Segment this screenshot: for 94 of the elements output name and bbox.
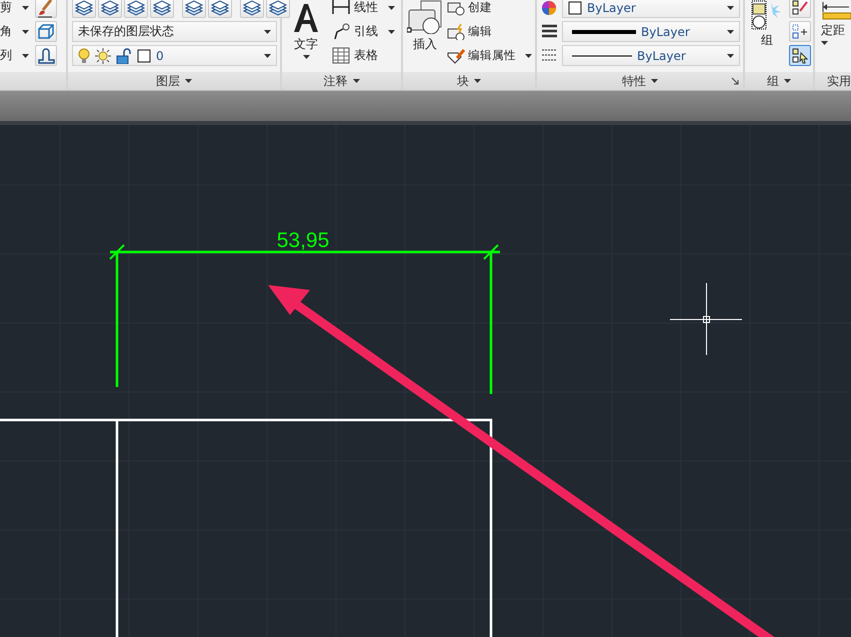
tool-button[interactable] [35,21,57,42]
bulb-icon [78,48,90,64]
layer-stack-icon [268,0,288,16]
panel-title[interactable]: 组 [767,72,779,90]
caret-icon [525,54,532,58]
property-value: ByLayer [637,48,686,62]
modify-tool-button[interactable]: 剪 [0,0,31,18]
caret-icon [651,79,658,83]
caret-icon [821,41,828,45]
layer-tool-button[interactable] [72,0,96,18]
caret-icon [784,79,791,83]
caret-icon [474,79,481,83]
caret-icon [22,30,29,34]
group-tool-button[interactable] [789,0,811,18]
layer-stack-icon [184,0,204,16]
layer-stack-icon [100,0,120,16]
block-edit-icon [447,24,465,40]
letter-a-icon [292,2,320,34]
layer-name: 0 [156,48,164,62]
group-tool-button[interactable] [789,45,811,66]
property-value: ByLayer [587,0,636,14]
tool-button[interactable] [35,45,57,66]
caret-icon [302,55,310,59]
caret-icon [727,54,734,58]
box-icon [36,22,56,42]
thick-line-icon [572,28,636,34]
layer-stack-icon [210,0,230,16]
thin-line-icon [572,54,632,58]
annotation-tool-button[interactable]: 表格 [330,44,380,66]
panel-title[interactable]: 实用 [827,72,851,90]
layer-stack-icon [152,0,172,16]
group-edit-icon [791,0,809,16]
block-tool-button[interactable]: 编辑 [445,20,494,42]
dialog-launcher-icon [731,77,739,85]
group-button[interactable]: 组 [749,0,785,72]
group-add-icon [791,22,809,40]
panel-title-bar [0,72,66,90]
table-icon [332,47,350,64]
caret-icon [352,79,360,83]
modify-tool-button[interactable]: 角 [0,20,31,42]
panel-title[interactable]: 块 [457,72,469,90]
stamp-icon [36,46,56,66]
layer-tool-button[interactable] [266,0,290,18]
layer-tool-button[interactable] [98,0,122,18]
caret-icon [22,6,29,10]
layer-tool-button[interactable] [150,0,174,18]
drawing-canvas[interactable]: 53,95 [0,125,851,637]
layer-tool-button[interactable] [208,0,232,18]
color-swatch-icon [568,0,582,14]
property-dropdown[interactable]: ByLayer [562,0,740,18]
layer-stack-icon [242,0,262,16]
block-tool-button[interactable]: 编辑属性 [445,44,534,66]
layer-state-dropdown[interactable]: 未保存的图层状态 [72,21,277,42]
modify-tool-button[interactable]: 列 [0,44,31,66]
layer-tool-button[interactable] [124,0,148,18]
group-select-icon [791,46,809,64]
property-dropdown[interactable]: ByLayer [562,45,740,66]
caret-icon [727,6,734,10]
linetype-icon [541,48,558,64]
caret-icon [727,30,734,34]
caret-icon [264,54,271,58]
property-value: ByLayer [641,24,690,38]
panel-title[interactable]: 注释 [324,72,348,90]
ruler-icon [821,0,851,20]
layer-stack-icon [74,0,94,16]
leader-icon [332,23,350,40]
block-tool-button[interactable]: 创建 [445,0,494,18]
measure-button[interactable]: 定距 [819,0,851,72]
caret-icon [388,6,395,10]
panel-title[interactable]: 特性 [622,72,646,90]
caret-icon [22,54,29,58]
lock-icon [116,48,132,64]
annotation-tool-button[interactable]: 线性 [330,0,397,18]
lineweight-icon [541,24,558,40]
layer-tool-button[interactable] [240,0,264,18]
text-tool-button[interactable]: 文字 [286,0,326,72]
layer-stack-icon [126,0,146,16]
caret-icon [388,30,395,34]
caret-icon [264,30,271,34]
caret-icon [185,79,192,83]
layer-tool-button[interactable] [182,0,206,18]
attribute-edit-icon [447,48,465,64]
dimension-text: 53,95 [276,229,330,252]
sun-icon [95,48,111,64]
tool-button[interactable] [35,0,57,18]
dimension-icon [332,0,350,16]
group-tool-button[interactable] [789,21,811,42]
property-dropdown[interactable]: ByLayer [562,21,740,42]
insert-button[interactable]: 插入 [407,0,443,72]
layer-dropdown[interactable]: 0 [72,45,277,66]
annotation-tool-button[interactable]: 引线 [330,20,397,42]
color-wheel-icon [541,0,558,16]
color-swatch-icon [137,48,151,62]
panel-title[interactable]: 图层 [156,72,180,90]
